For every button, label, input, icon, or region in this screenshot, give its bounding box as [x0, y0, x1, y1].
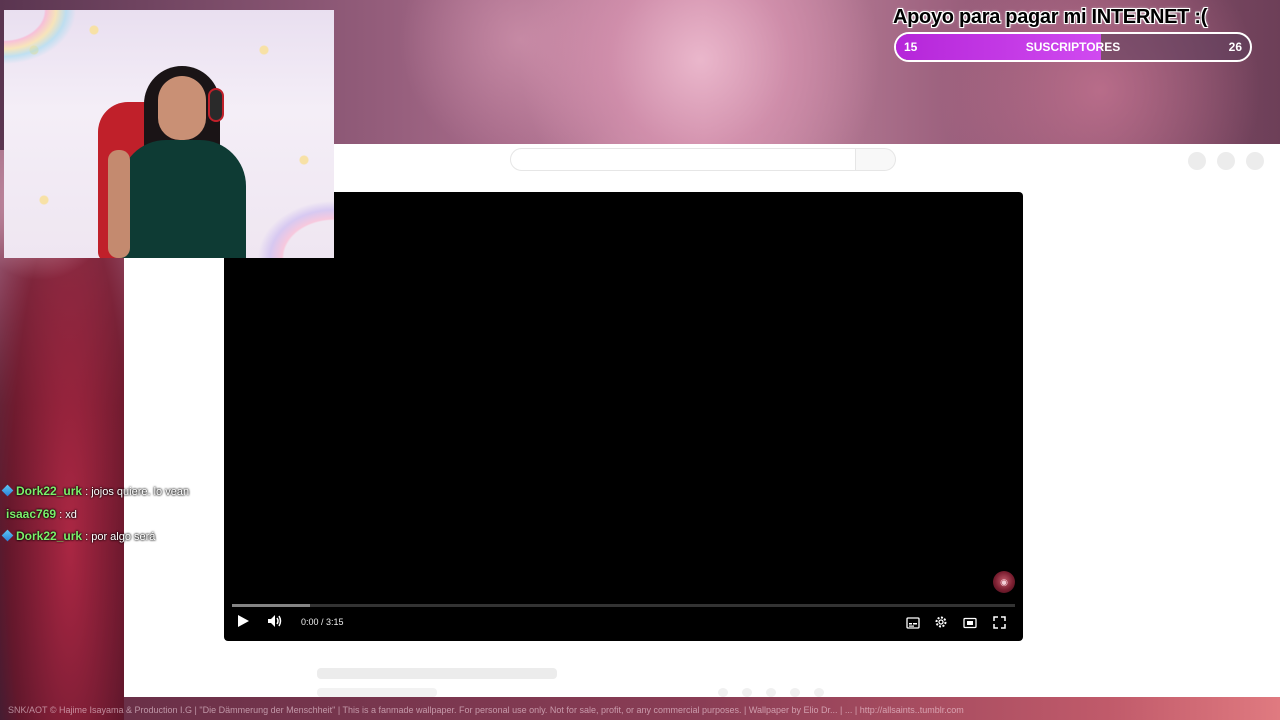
action-placeholder — [814, 688, 824, 697]
chat-text: : por algo será — [82, 531, 156, 543]
time-display: 0:00 / 3:15 — [301, 617, 344, 627]
chat-text: : jojos quiere. lo vean — [82, 486, 190, 498]
progress-buffer — [232, 604, 311, 607]
search-input[interactable] — [510, 148, 856, 171]
wallpaper-credit: SNK/AOT © Hajime Isayama & Production I.… — [8, 705, 964, 715]
chat-message: Dork22_urk : jojos quiere. lo vean — [0, 482, 230, 505]
chat-text: : xd — [56, 508, 77, 521]
streamer-body — [120, 140, 246, 258]
notifications-icon[interactable] — [1217, 152, 1235, 170]
chat-username: Dork22_urk — [16, 529, 83, 543]
channel-name-placeholder — [317, 688, 437, 697]
action-placeholder — [742, 688, 752, 697]
create-icon[interactable] — [1188, 152, 1206, 170]
fullscreen-icon[interactable] — [990, 615, 1008, 635]
diamond-badge-icon — [1, 484, 14, 497]
chat-username: isaac769 — [6, 506, 57, 521]
subscriber-goal-bar: 15 SUSCRIPTORES 26 — [894, 32, 1252, 62]
subtitles-icon[interactable] — [904, 615, 922, 635]
video-title-placeholder — [317, 668, 557, 679]
action-placeholder — [790, 688, 800, 697]
chat-username: Dork22_urk — [16, 484, 83, 498]
progress-bar[interactable] — [232, 604, 1015, 607]
streamer-face — [158, 76, 206, 140]
action-placeholder — [718, 688, 728, 697]
streamer-arm — [108, 150, 130, 258]
goal-target: 26 — [1228, 40, 1242, 54]
channel-watermark[interactable]: ◉ — [993, 571, 1015, 593]
play-icon[interactable] — [234, 614, 252, 634]
goal-title: Apoyo para pagar mi INTERNET :( — [893, 6, 1208, 28]
chat-message: Dork22_urk : por algo será — [0, 527, 230, 550]
video-player[interactable]: ◉ 0:00 / 3:15 — [224, 192, 1023, 641]
headset-icon — [208, 88, 224, 122]
chat-message: isaac769 : xd — [0, 505, 230, 528]
volume-icon[interactable] — [265, 614, 285, 634]
gear-icon[interactable] — [932, 615, 950, 635]
search-button[interactable] — [856, 148, 896, 171]
theater-mode-icon[interactable] — [961, 615, 979, 635]
action-placeholder — [766, 688, 776, 697]
goal-label: SUSCRIPTORES — [1025, 40, 1121, 54]
chat-overlay: Dork22_urk : jojos quiere. lo vean isaac… — [0, 482, 230, 550]
diamond-badge-icon — [1, 529, 14, 542]
avatar[interactable] — [1246, 152, 1264, 170]
webcam-feed — [4, 10, 334, 258]
